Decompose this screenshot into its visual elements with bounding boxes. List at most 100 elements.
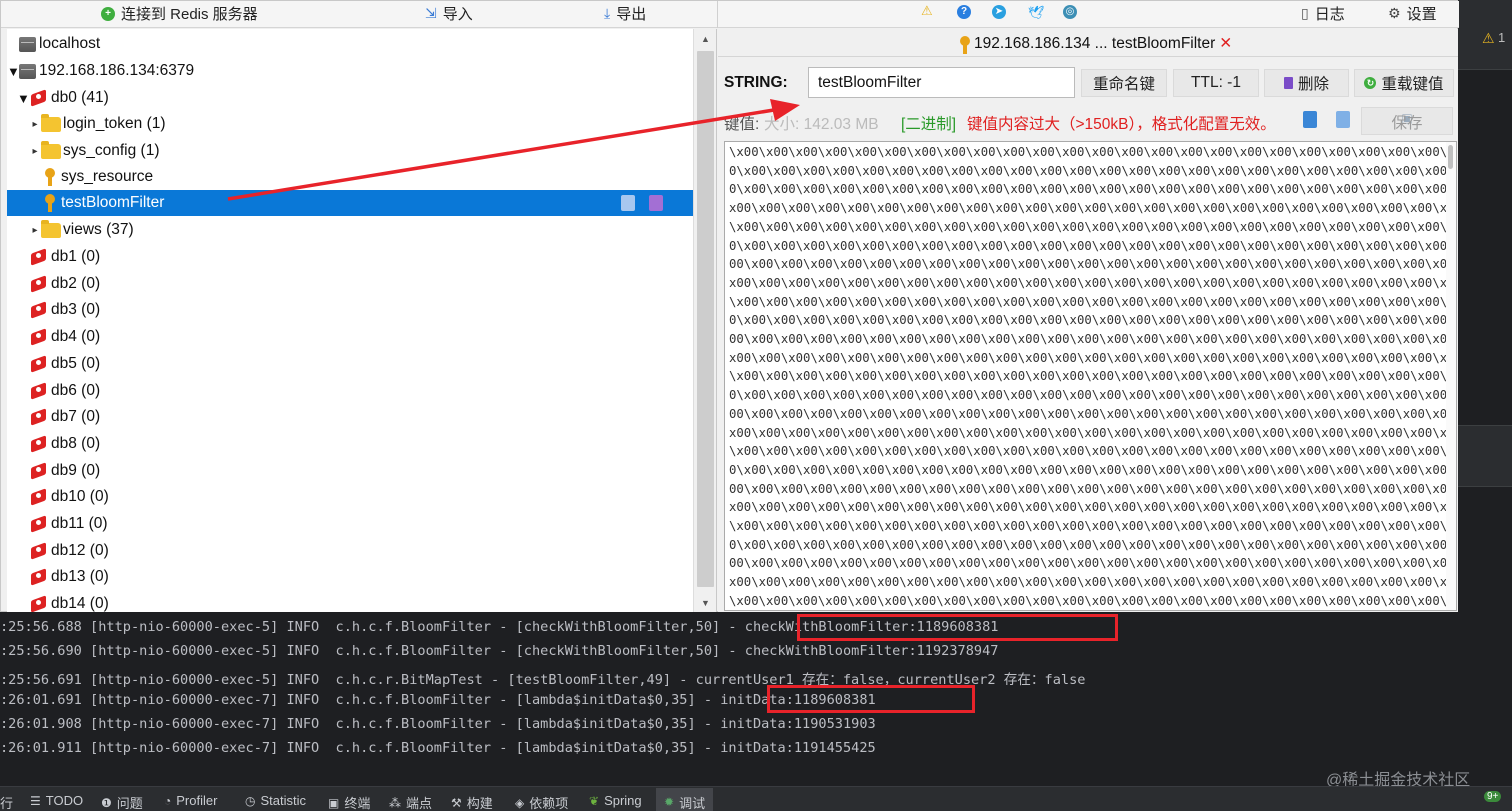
- scroll-down-icon[interactable]: ▼: [694, 593, 716, 613]
- help-icon[interactable]: ?: [957, 5, 971, 19]
- editor-tab[interactable]: 192.168.186.134 ... testBloomFilter ✕: [958, 34, 1232, 54]
- alert-icon[interactable]: ⚠: [921, 3, 933, 19]
- value-line: 0\x00\x00\x00\x00\x00\x00\x00\x00\x00\x0…: [729, 238, 1451, 253]
- reload-button[interactable]: ↻ 重载键值: [1354, 69, 1454, 97]
- value-size: 大小: 142.03 MB: [764, 116, 879, 133]
- key-name-field[interactable]: testBloomFilter: [808, 67, 1075, 98]
- database-icon: [29, 463, 49, 479]
- tree-db-item[interactable]: db6 (0): [29, 378, 715, 404]
- console-log: :25:56.688 [http-nio-60000-exec-5] INFO …: [0, 612, 1458, 786]
- connection-tree: localhost ▼ 192.168.186.134:6379 ▼ db0 (…: [7, 29, 717, 613]
- collapse-arrow-icon[interactable]: ▸: [29, 119, 41, 130]
- statusbar-statistic[interactable]: ◷ Statistic: [245, 793, 306, 808]
- twitter-icon[interactable]: 🕊: [1028, 5, 1045, 21]
- scroll-thumb[interactable]: [697, 51, 714, 587]
- tree-item-label: sys_config (1): [63, 142, 160, 159]
- tree-db-item[interactable]: db2 (0): [29, 271, 715, 297]
- tree-item-testbloomfilter[interactable]: testBloomFilter: [7, 190, 693, 216]
- value-label: 键值:: [724, 116, 760, 133]
- tree-db-item[interactable]: db5 (0): [29, 351, 715, 377]
- scroll-up-icon[interactable]: ▲: [694, 29, 716, 49]
- trash-icon[interactable]: [649, 195, 663, 211]
- statusbar-endpoints[interactable]: ⁂ 端点: [389, 793, 432, 811]
- highlight-box-init: [767, 685, 975, 713]
- log-button[interactable]: ▯ 日志: [1301, 3, 1345, 24]
- tree-db-label: db10 (0): [51, 488, 109, 506]
- expand-arrow-icon[interactable]: ▼: [7, 64, 20, 79]
- tree-db-item[interactable]: db1 (0): [29, 244, 715, 270]
- statusbar-debug[interactable]: ✹ 调试: [656, 788, 714, 811]
- github-icon[interactable]: ◎: [1063, 5, 1077, 19]
- format-selector[interactable]: [二进制]: [901, 112, 956, 134]
- statusbar-label: Spring: [604, 793, 642, 808]
- log-line: :26:01.908 [http-nio-60000-exec-7] INFO …: [0, 716, 876, 732]
- tree-localhost[interactable]: localhost: [19, 31, 705, 57]
- tree-db-label: db2 (0): [51, 274, 101, 292]
- settings-button[interactable]: ⚙ 设置: [1388, 3, 1437, 24]
- tree-db-item[interactable]: db3 (0): [29, 297, 715, 323]
- expand-arrow-icon[interactable]: ▼: [17, 91, 30, 106]
- close-icon[interactable]: ✕: [1219, 34, 1232, 53]
- statusbar-spring[interactable]: ❦ Spring: [589, 793, 642, 808]
- value-line: x00\x00\x00\x00\x00\x00\x00\x00\x00\x00\…: [729, 350, 1451, 365]
- open-new-tab-icon[interactable]: [621, 195, 635, 211]
- rename-button[interactable]: 重命名键: [1081, 69, 1167, 97]
- statusbar-dependencies[interactable]: ◈ 依赖项: [515, 793, 568, 811]
- copy-icon[interactable]: [1303, 111, 1317, 128]
- tree-db0[interactable]: ▼ db0 (41): [17, 85, 703, 111]
- tree-scrollbar[interactable]: ▲ ▼: [693, 29, 716, 613]
- value-scrollbar[interactable]: [1446, 142, 1456, 610]
- editor-tab-bar: 192.168.186.134 ... testBloomFilter ✕: [718, 29, 1458, 57]
- value-line: 0\x00\x00\x00\x00\x00\x00\x00\x00\x00\x0…: [729, 313, 1451, 328]
- tree-db-item[interactable]: db4 (0): [29, 324, 715, 350]
- tree-item-sys-resource[interactable]: sys_resource: [43, 164, 716, 190]
- collapse-arrow-icon[interactable]: ▸: [29, 225, 41, 236]
- tree-db-item[interactable]: db13 (0): [29, 564, 715, 590]
- value-line: x00\x00\x00\x00\x00\x00\x00\x00\x00\x00\…: [729, 275, 1451, 290]
- database-icon: [29, 409, 49, 425]
- statusbar-terminal[interactable]: ▣ 终端: [328, 793, 370, 811]
- key-icon: [43, 194, 57, 212]
- value-content: \x00\x00\x00\x00\x00\x00\x00\x00\x00\x00…: [729, 143, 1451, 610]
- log-text: :26:01.911 [http-nio-60000-exec-7] INFO …: [0, 740, 876, 756]
- tree-db-item[interactable]: db14 (0): [29, 591, 715, 613]
- tree-item-views[interactable]: ▸ views (37): [29, 217, 715, 243]
- tree-item-sys-config[interactable]: ▸ sys_config (1): [29, 138, 715, 164]
- tree-db-item[interactable]: db8 (0): [29, 431, 715, 457]
- value-editor-panel: 192.168.186.134 ... testBloomFilter ✕ ST…: [718, 29, 1458, 613]
- trash-icon: [1283, 77, 1293, 89]
- folder-icon: [41, 219, 61, 238]
- statistic-icon: ◷: [245, 793, 256, 808]
- tree-db-label: db4 (0): [51, 328, 101, 346]
- statusbar-build[interactable]: ⚒ 构建: [451, 793, 493, 811]
- statusbar-todo[interactable]: ☰ TODO: [30, 793, 83, 808]
- statusbar-label: 依赖项: [529, 796, 569, 811]
- tree-db-item[interactable]: db7 (0): [29, 404, 715, 430]
- delete-button[interactable]: 删除: [1264, 69, 1349, 97]
- telegram-icon[interactable]: ➤: [992, 5, 1006, 19]
- notification-badge[interactable]: 9+: [1484, 791, 1502, 802]
- collapse-arrow-icon[interactable]: ▸: [29, 146, 41, 157]
- tree-db-item[interactable]: db11 (0): [29, 511, 715, 537]
- ttl-label: TTL: -1: [1191, 74, 1241, 91]
- log-text: :25:56.688 [http-nio-60000-exec-5] INFO …: [0, 619, 745, 635]
- export-button[interactable]: ⤓ 导出: [604, 3, 646, 24]
- tree-server[interactable]: ▼ 192.168.186.134:6379: [7, 58, 693, 84]
- value-textarea[interactable]: \x00\x00\x00\x00\x00\x00\x00\x00\x00\x00…: [724, 141, 1457, 611]
- export-value-icon[interactable]: [1336, 111, 1350, 128]
- statusbar-problems[interactable]: ❶ 问题: [101, 793, 143, 811]
- warning-icon[interactable]: ⚠: [1482, 30, 1495, 47]
- connect-button[interactable]: + 连接到 Redis 服务器: [101, 3, 258, 24]
- gear-icon: ⚙: [1388, 5, 1401, 21]
- tree-db-item[interactable]: db10 (0): [29, 484, 715, 510]
- tree-db-item[interactable]: db12 (0): [29, 538, 715, 564]
- import-button[interactable]: ⇲ 导入: [425, 3, 473, 24]
- save-button[interactable]: ▣ 保存: [1361, 107, 1453, 135]
- value-scroll-thumb[interactable]: [1448, 145, 1453, 169]
- database-icon: [29, 249, 49, 265]
- tree-item-label: sys_resource: [61, 168, 154, 185]
- tree-db-item[interactable]: db9 (0): [29, 458, 715, 484]
- ttl-button[interactable]: TTL: -1: [1173, 69, 1259, 97]
- tree-item-login-token[interactable]: ▸ login_token (1): [29, 111, 715, 137]
- statusbar-profiler[interactable]: ◔ Profiler: [164, 793, 217, 808]
